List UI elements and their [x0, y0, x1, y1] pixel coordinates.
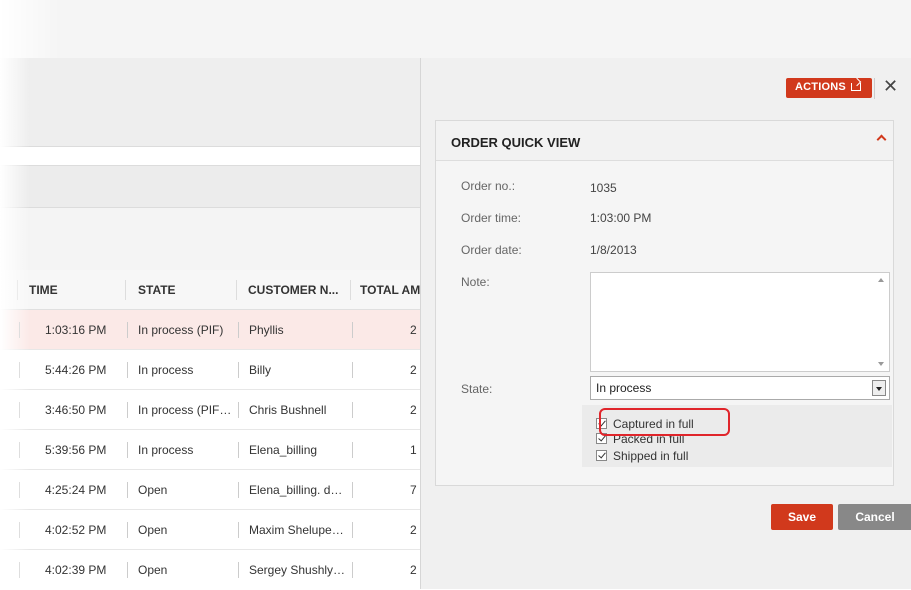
- cell-state: In process (PIF): [138, 323, 224, 337]
- note-textarea[interactable]: [590, 272, 890, 372]
- cell-time: 3:46:50 PM: [45, 403, 107, 417]
- state-select-value: In process: [596, 381, 652, 395]
- cell-state: In process: [138, 363, 194, 377]
- search-strip[interactable]: [0, 146, 420, 166]
- close-icon[interactable]: ✕: [883, 76, 898, 96]
- cell-state: In process: [138, 443, 194, 457]
- state-label: State:: [461, 382, 493, 396]
- actions-button[interactable]: ACTIONS: [786, 78, 872, 98]
- scroll-up-icon[interactable]: [878, 278, 884, 282]
- cell-time: 4:02:52 PM: [45, 523, 107, 537]
- cell-total: 2: [410, 523, 417, 537]
- cell-time: 1:03:16 PM: [45, 323, 107, 337]
- column-header-state[interactable]: STATE: [138, 283, 176, 297]
- highlight-annotation: [599, 408, 730, 436]
- note-label: Note:: [461, 275, 490, 289]
- cell-time: 5:44:26 PM: [45, 363, 107, 377]
- cell-customer: Billy: [249, 363, 272, 377]
- cell-total: 7: [410, 483, 417, 497]
- column-header-time[interactable]: TIME: [29, 283, 58, 297]
- column-header-customer[interactable]: CUSTOMER N...: [248, 283, 338, 297]
- filter-band: [0, 208, 420, 396]
- table-row[interactable]: 5:39:56 PM In process Elena_billing 1: [0, 430, 420, 470]
- table-row[interactable]: 4:02:39 PM Open Sergey Shushly… 2: [0, 550, 420, 590]
- quick-view-header[interactable]: ORDER QUICK VIEW: [436, 121, 893, 161]
- chevron-up-icon[interactable]: [876, 134, 887, 145]
- order-date-label: Order date:: [461, 243, 522, 257]
- cell-total: 2: [410, 403, 417, 417]
- shipped-checkbox[interactable]: [596, 450, 607, 461]
- orders-list-area: TIME STATE CUSTOMER N... TOTAL AM 1:03:1…: [0, 58, 420, 590]
- cell-total: 1: [410, 443, 417, 457]
- order-date-value: 1/8/2013: [590, 243, 637, 257]
- table-row[interactable]: 3:46:50 PM In process (PIF… Chris Bushne…: [0, 390, 420, 430]
- order-no-label: Order no.:: [461, 179, 516, 193]
- order-time-value: 1:03:00 PM: [590, 211, 652, 225]
- cell-customer: Sergey Shushly…: [249, 563, 346, 577]
- cell-time: 5:39:56 PM: [45, 443, 107, 457]
- top-bar: [0, 0, 911, 58]
- order-quick-view: ORDER QUICK VIEW Order no.: 1035 Order t…: [435, 120, 894, 486]
- cell-customer: Elena_billing. d…: [249, 483, 343, 497]
- cell-customer: Elena_billing: [249, 443, 318, 457]
- order-no-value: 1035: [590, 181, 617, 195]
- cell-total: 2: [410, 563, 417, 577]
- cell-customer: Maxim Shelupe…: [249, 523, 344, 537]
- cell-state: Open: [138, 523, 168, 537]
- cell-state: Open: [138, 483, 168, 497]
- cell-state: In process (PIF…: [138, 403, 232, 417]
- cell-time: 4:25:24 PM: [45, 483, 107, 497]
- scroll-down-icon[interactable]: [878, 362, 884, 366]
- state-select[interactable]: In process: [590, 376, 890, 400]
- toolbar-band: [0, 166, 420, 208]
- actions-label: ACTIONS: [795, 81, 846, 93]
- cell-state: Open: [138, 563, 168, 577]
- column-header-total[interactable]: TOTAL AM: [360, 283, 420, 297]
- cell-customer: Chris Bushnell: [249, 403, 327, 417]
- cell-total: 2: [410, 363, 417, 377]
- table-row[interactable]: 4:25:24 PM Open Elena_billing. d… 7: [0, 470, 420, 510]
- quick-view-panel: ACTIONS ✕ ORDER QUICK VIEW Order no.: 10…: [420, 58, 911, 589]
- cell-total: 2: [410, 323, 417, 337]
- table-row[interactable]: 4:02:52 PM Open Maxim Shelupe… 2: [0, 510, 420, 550]
- table-row[interactable]: 1:03:16 PM In process (PIF) Phyllis 2: [0, 310, 420, 350]
- external-link-icon: [851, 83, 861, 91]
- divider: [874, 78, 875, 99]
- dropdown-arrow-icon[interactable]: [872, 380, 886, 396]
- order-time-label: Order time:: [461, 211, 522, 225]
- table-row[interactable]: 5:44:26 PM In process Billy 2: [0, 350, 420, 390]
- table-header: TIME STATE CUSTOMER N... TOTAL AM: [0, 270, 420, 310]
- cell-time: 4:02:39 PM: [45, 563, 107, 577]
- header-band: [0, 58, 420, 146]
- cell-customer: Phyllis: [249, 323, 284, 337]
- save-button[interactable]: Save: [771, 504, 833, 530]
- cancel-button[interactable]: Cancel: [838, 504, 911, 530]
- shipped-label[interactable]: Shipped in full: [613, 449, 688, 463]
- quick-view-title: ORDER QUICK VIEW: [451, 135, 581, 150]
